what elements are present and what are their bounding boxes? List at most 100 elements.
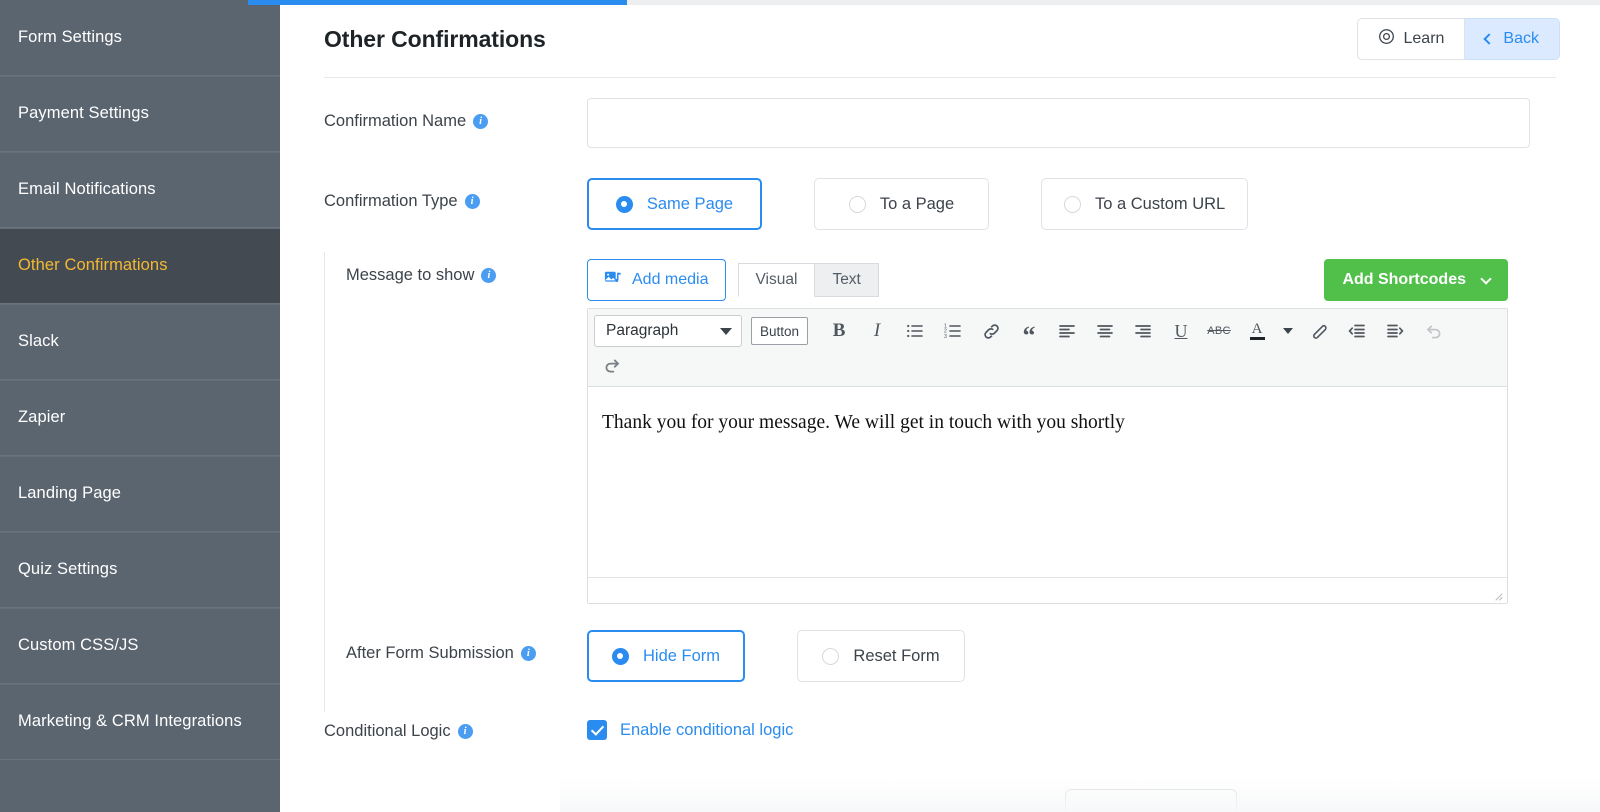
sidebar-item-email-notifications[interactable]: Email Notifications [0, 152, 280, 228]
sidebar-item-label: Email Notifications [18, 180, 156, 199]
redo-icon[interactable] [594, 348, 632, 382]
italic-icon[interactable]: I [858, 314, 896, 348]
settings-main-panel: Other Confirmations Learn Back [280, 0, 1600, 812]
clear-formatting-icon[interactable] [1300, 314, 1338, 348]
sidebar-item-custom-css-js[interactable]: Custom CSS/JS [0, 608, 280, 684]
conditional-logic-row: Conditional Logic i Enable conditional l… [324, 708, 1556, 741]
sidebar-item-label: Slack [18, 332, 59, 351]
strikethrough-icon[interactable]: ABC [1200, 314, 1238, 348]
after-form-submission-options: Hide Form Reset Form [587, 630, 1556, 682]
bulleted-list-icon[interactable] [896, 314, 934, 348]
conditional-logic-label: Conditional Logic i [324, 708, 587, 741]
back-button[interactable]: Back [1465, 18, 1560, 60]
sidebar-item-label: Form Settings [18, 28, 122, 47]
outdent-icon[interactable] [1338, 314, 1376, 348]
info-icon[interactable]: i [465, 194, 480, 209]
editor-mode-tabs: Visual Text [738, 263, 879, 297]
sidebar-item-other-confirmations[interactable]: Other Confirmations [0, 228, 280, 304]
tab-label: Text [832, 271, 860, 289]
sidebar-item-label: Landing Page [18, 484, 121, 503]
enable-conditional-logic-control[interactable]: Enable conditional logic [587, 708, 1556, 740]
confirmation-type-option-same-page[interactable]: Same Page [587, 178, 762, 230]
header-actions: Learn Back [1357, 18, 1561, 60]
sidebar-item-payment-settings[interactable]: Payment Settings [0, 76, 280, 152]
radio-icon [612, 648, 629, 665]
blockquote-icon[interactable]: “ [1010, 314, 1048, 348]
sidebar-item-quiz-settings[interactable]: Quiz Settings [0, 532, 280, 608]
align-right-icon[interactable] [1124, 314, 1162, 348]
underline-icon[interactable]: U [1162, 314, 1200, 348]
sidebar-item-slack[interactable]: Slack [0, 304, 280, 380]
editor-toolbar-row-2 [594, 348, 1501, 382]
chevron-down-icon [1480, 273, 1491, 284]
radio-icon [849, 196, 866, 213]
align-center-icon[interactable] [1086, 314, 1124, 348]
confirmation-type-option-custom-url[interactable]: To a Custom URL [1041, 178, 1248, 230]
after-form-submission-option-reset-form[interactable]: Reset Form [797, 630, 965, 682]
editor-content-area[interactable]: Thank you for your message. We will get … [588, 387, 1507, 577]
info-icon[interactable]: i [481, 268, 496, 283]
sidebar-item-label: Payment Settings [18, 104, 149, 123]
button-tag-label: Button [760, 324, 799, 339]
radio-icon [1064, 196, 1081, 213]
text-color-dropdown-icon[interactable] [1276, 314, 1300, 348]
bold-icon[interactable]: B [820, 314, 858, 348]
editor-box: Paragraph Button B I [587, 308, 1508, 604]
sidebar-item-marketing-crm-integrations[interactable]: Marketing & CRM Integrations [0, 684, 280, 760]
info-icon[interactable]: i [458, 724, 473, 739]
option-label: Hide Form [643, 647, 720, 666]
numbered-list-icon[interactable]: 1 2 3 [934, 314, 972, 348]
sidebar-item-label: Zapier [18, 408, 65, 427]
label-text: Confirmation Type [324, 192, 458, 211]
after-form-submission-option-hide-form[interactable]: Hide Form [587, 630, 745, 682]
insert-button-shortcode[interactable]: Button [751, 317, 808, 345]
partially-visible-card[interactable] [1065, 789, 1237, 812]
label-text: Conditional Logic [324, 722, 451, 741]
tab-text[interactable]: Text [815, 263, 878, 297]
panel-header: Other Confirmations Learn Back [280, 0, 1600, 78]
editor-toolbar-row-1: Paragraph Button B I [594, 314, 1501, 348]
confirmation-name-label: Confirmation Name i [324, 98, 587, 131]
confirmation-type-options: Same Page To a Page To a Custom URL [587, 178, 1556, 230]
wysiwyg-editor: Add media Visual Text [587, 252, 1508, 604]
link-icon[interactable] [972, 314, 1010, 348]
editor-toolbar: Paragraph Button B I [588, 309, 1507, 387]
indent-icon[interactable] [1376, 314, 1414, 348]
same-page-settings-group: Message to show i [324, 252, 1556, 682]
editor-content-text: Thank you for your message. We will get … [602, 412, 1125, 433]
editor-resize-handle[interactable] [1491, 588, 1503, 600]
format-select-value: Paragraph [606, 322, 678, 340]
align-left-icon[interactable] [1048, 314, 1086, 348]
add-media-button[interactable]: Add media [587, 259, 726, 301]
confirmation-name-input[interactable] [587, 98, 1530, 148]
option-label: To a Page [880, 195, 954, 214]
info-icon[interactable]: i [521, 646, 536, 661]
learn-button-label: Learn [1404, 30, 1445, 48]
page-title: Other Confirmations [324, 26, 546, 53]
header-divider [324, 77, 1556, 78]
text-color-icon[interactable]: A [1238, 314, 1276, 348]
editor-topbar: Add media Visual Text [587, 252, 1508, 308]
confirmation-type-option-to-a-page[interactable]: To a Page [814, 178, 989, 230]
info-icon[interactable]: i [473, 114, 488, 129]
sidebar-item-landing-page[interactable]: Landing Page [0, 456, 280, 532]
sidebar-item-form-settings[interactable]: Form Settings [0, 0, 280, 76]
sidebar-item-zapier[interactable]: Zapier [0, 380, 280, 456]
chevron-down-icon [720, 328, 732, 335]
add-shortcodes-button[interactable]: Add Shortcodes [1324, 259, 1508, 301]
learn-button[interactable]: Learn [1357, 18, 1466, 60]
media-icon [604, 269, 622, 292]
message-to-show-field-col: Add media Visual Text [587, 252, 1556, 604]
undo-icon[interactable] [1414, 314, 1452, 348]
back-button-label: Back [1503, 30, 1539, 48]
sidebar-item-label: Quiz Settings [18, 560, 117, 579]
conditional-logic-checkbox[interactable] [587, 720, 607, 740]
paragraph-format-select[interactable]: Paragraph [594, 315, 742, 347]
svg-text:3: 3 [944, 334, 947, 340]
page-load-progress-fill [248, 0, 627, 5]
label-text: Message to show [346, 266, 474, 285]
tab-visual[interactable]: Visual [738, 263, 816, 297]
message-to-show-label: Message to show i [324, 252, 587, 285]
label-text: After Form Submission [346, 644, 514, 663]
add-media-label: Add media [632, 271, 709, 289]
